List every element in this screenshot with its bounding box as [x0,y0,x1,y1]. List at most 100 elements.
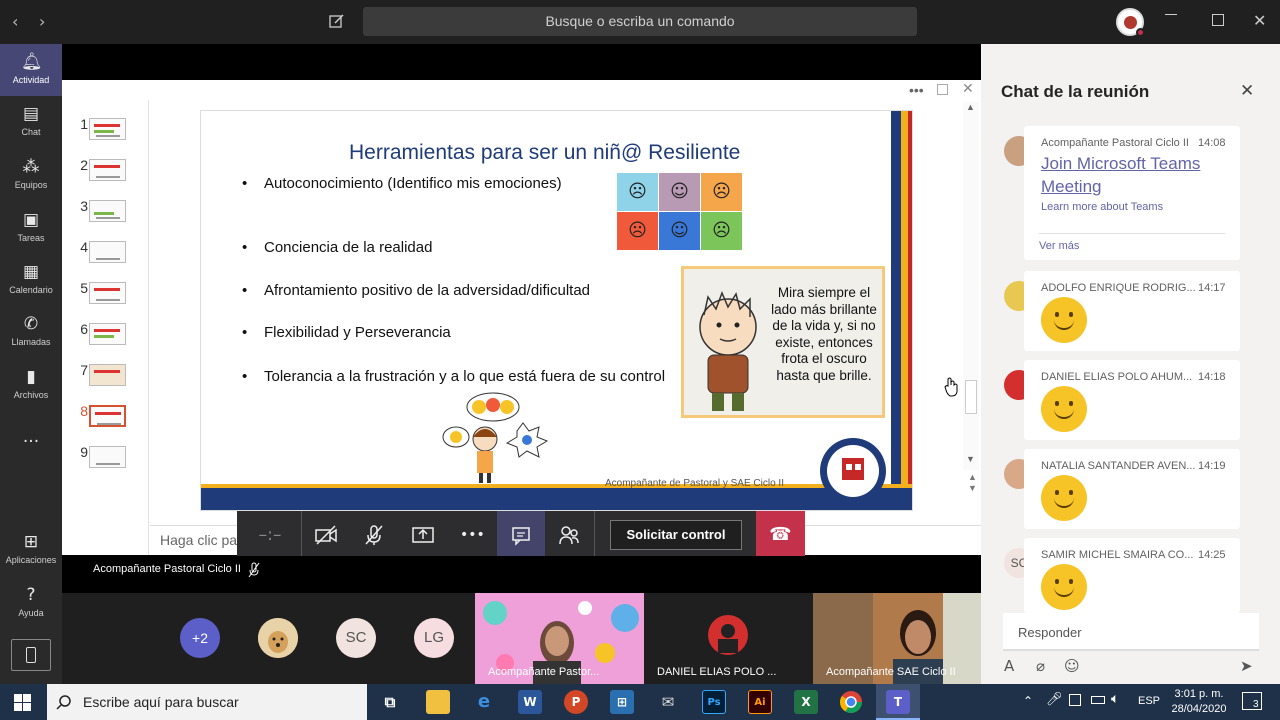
slide-thumbnail[interactable] [89,200,126,222]
powerpoint-icon[interactable]: P [564,690,588,714]
slide-thumbnails: 1 2 3 4 5 6 7 8 9 [62,100,149,555]
windows-start-icon[interactable] [14,694,31,711]
slide-thumbnail[interactable] [89,364,126,386]
participant-avatar-dog[interactable] [258,618,298,658]
rail-item-aplicaciones[interactable]: ⊞ Aplicaciones [0,524,62,576]
join-meeting-link[interactable]: Join Microsoft Teams Meeting [1041,152,1231,198]
command-search-input[interactable]: Busque o escriba un comando [363,7,917,36]
rail-item-more[interactable]: ... [0,419,62,455]
video-label: Acompañante SAE Ciclo II [826,666,956,678]
scroll-thumb[interactable] [965,380,977,414]
participant-video[interactable]: Acompañante Pastor... [475,593,644,684]
participant-avatar[interactable]: LG [414,618,454,658]
rail-item-actividad[interactable]: 🔔︎ Actividad [0,44,62,96]
device-button[interactable] [11,639,51,671]
illustrator-icon[interactable]: Ai [748,690,772,714]
share-icon[interactable] [411,523,435,547]
mic-off-icon[interactable] [362,523,386,547]
word-icon[interactable]: W [518,690,542,714]
emoji-icon[interactable]: ☺ [1064,657,1080,675]
format-icon[interactable]: A [1004,657,1014,675]
reply-input[interactable]: Responder [1003,613,1259,651]
message-sender: Acompañante Pastoral Ciclo II [1041,137,1189,149]
learn-more-link[interactable]: Learn more about Teams [1041,201,1163,213]
slide-scrollbar[interactable]: ▲ ▼ [963,102,979,470]
slide-stripe [201,488,912,510]
rail-item-chat[interactable]: ▤ Chat [0,96,62,148]
bullet-dot: • [242,282,248,299]
edge-icon[interactable]: e [472,690,496,714]
notification-center-icon[interactable]: 3 [1242,692,1262,710]
more-icon[interactable]: ••• [460,523,485,547]
send-icon[interactable]: ➤ [1240,657,1253,675]
popout-icon[interactable] [937,84,948,95]
compose-icon[interactable] [329,13,345,29]
slide-thumbnail-selected[interactable] [89,405,126,427]
message-sender: DANIEL ELIAS POLO AHUM... [1041,371,1193,383]
teams-icon: ⁂ [22,157,40,177]
photoshop-icon[interactable]: Ps [702,690,726,714]
chrome-icon[interactable] [839,690,863,714]
minimize-icon[interactable] [1165,14,1177,15]
excel-icon[interactable]: X [794,690,818,714]
chevron-up-icon[interactable]: ⌃ [1023,694,1033,708]
slide-thumbnail[interactable] [89,159,126,181]
language-indicator[interactable]: ESP [1138,695,1160,707]
participants-icon[interactable] [557,523,581,547]
profile-avatar[interactable] [1116,8,1145,37]
more-options-icon[interactable]: ••• [909,82,924,98]
network-icon[interactable] [1069,694,1081,706]
scroll-up-icon[interactable]: ▲ [966,102,975,112]
task-view-icon[interactable]: ⧉ [378,690,402,714]
overflow-participants-button[interactable]: +2 [180,618,220,658]
maximize-icon[interactable] [1212,14,1224,26]
current-slide: Herramientas para ser un niñ@ Resiliente… [200,110,913,511]
close-viewer-icon[interactable]: ✕ [962,81,974,97]
participant-avatar[interactable]: SC [336,618,376,658]
meeting-chat-panel: Chat de la reunión ✕ Acompañante Pastora… [981,44,1280,684]
store-icon[interactable]: ⊞ [610,690,634,714]
back-icon[interactable]: ‹ [12,12,18,31]
hangup-button[interactable]: ☎ [756,511,805,559]
volume-icon[interactable]: 🔈︎ [1111,691,1119,707]
rail-item-ayuda[interactable]: ? Ayuda [0,577,62,629]
taskbar-clock[interactable]: 3:01 p. m. 28/04/2020 [1164,687,1234,717]
slide-thumbnail[interactable] [89,323,126,345]
rail-item-archivos[interactable]: ▮ Archivos [0,359,62,411]
chat-icon [512,527,530,546]
slide-thumbnail[interactable] [89,282,126,304]
taskbar-search-input[interactable]: Escribe aquí para buscar [47,684,367,720]
prev-next-slide-icon[interactable]: ▲ ▼ [968,472,977,494]
close-icon[interactable]: ✕ [1240,81,1254,101]
scroll-down-icon[interactable]: ▼ [966,454,975,464]
attach-icon[interactable]: ⌀ [1036,657,1045,675]
rail-item-calendario[interactable]: ▦ Calendario [0,254,62,306]
teams-taskbar-button[interactable]: T [876,684,920,720]
camera-off-icon[interactable] [314,523,338,547]
participant-video[interactable]: DANIEL ELIAS POLO ... [644,593,813,684]
file-explorer-icon[interactable] [426,690,450,714]
participant-video[interactable]: Acompañante SAE Ciclo II [813,593,982,684]
smiley-emoji-icon [1041,475,1087,521]
rail-item-equipos[interactable]: ⁂ Equipos [0,149,62,201]
message-time: 14:19 [1198,460,1226,472]
mail-icon[interactable]: ✉ [656,690,680,714]
microphone-icon[interactable]: 🎤︎ [1046,692,1063,707]
bullet-text: Afrontamiento positivo de la adversidad/… [264,282,591,299]
forward-icon[interactable]: › [39,12,45,31]
slide-stripe [891,111,901,510]
rail-item-tareas[interactable]: ▣ Tareas [0,202,62,254]
emotion-face-icon: ☹ [617,212,658,250]
message-time: 14:17 [1198,282,1226,294]
see-more-link[interactable]: Ver más [1039,240,1079,252]
close-window-icon[interactable]: ✕ [1253,11,1266,30]
battery-icon[interactable] [1091,696,1105,704]
slide-thumbnail[interactable] [89,446,126,468]
rail-item-llamadas[interactable]: ✆ Llamadas [0,306,62,358]
slide-thumbnail[interactable] [89,118,126,140]
emotion-face-icon: ☹ [701,212,742,250]
request-control-button[interactable]: Solicitar control [610,520,742,550]
slide-thumbnail[interactable] [89,241,126,263]
chat-toggle-button[interactable] [497,511,545,559]
bullet-text: Tolerancia a la frustración y a lo que e… [264,368,666,385]
